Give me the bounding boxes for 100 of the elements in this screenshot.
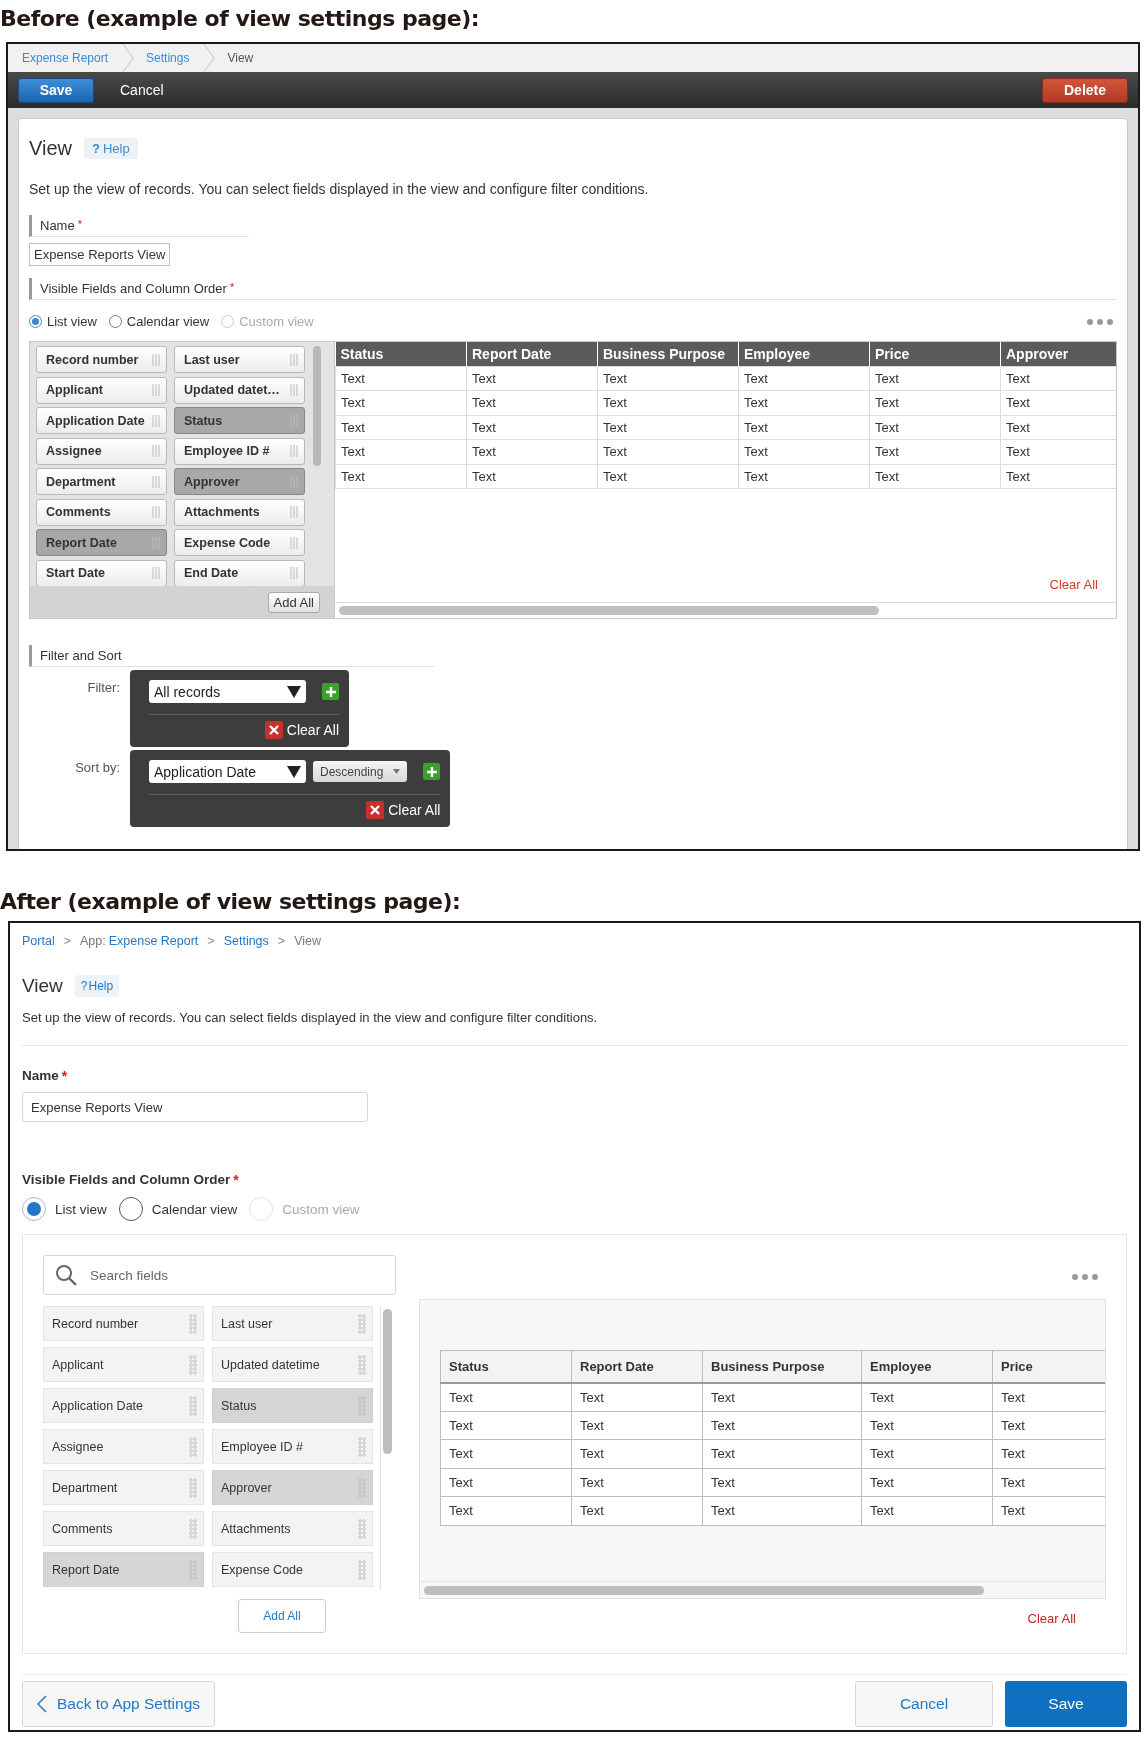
field-chip[interactable]: Approver (174, 468, 305, 495)
dropdown[interactable]: All records (149, 680, 306, 703)
field-chip[interactable]: Updated datet… (174, 376, 305, 404)
plus-icon (325, 686, 336, 697)
add-button[interactable] (423, 763, 441, 780)
field-chip[interactable]: End Date (174, 559, 305, 586)
table-cell: Text (861, 1382, 993, 1411)
field-chip[interactable]: Comments (36, 498, 167, 526)
column-header: Business Purpose (702, 1350, 862, 1383)
more-icon (1087, 318, 1113, 325)
clear-all-link[interactable]: Clear All (1027, 1611, 1076, 1626)
grip-icon (290, 506, 298, 518)
radio-button[interactable]: List view (22, 1197, 107, 1221)
grip-icon (290, 384, 298, 396)
caret-icon (287, 765, 301, 778)
table-cell: Text (466, 439, 598, 464)
field-chip[interactable]: Last user (212, 1306, 373, 1341)
field-chip[interactable]: Last user (174, 346, 305, 373)
scrollbar[interactable] (339, 606, 879, 615)
field-chip[interactable]: Employee ID # (174, 437, 305, 465)
breadcrumb-current: View (294, 934, 321, 948)
clear-all-button[interactable]: Clear All (264, 721, 339, 739)
caret-icon (393, 769, 401, 774)
order-dropdown[interactable]: Descending (313, 761, 408, 782)
table-cell: Text (466, 464, 598, 489)
grip-icon (152, 567, 160, 579)
field-chip[interactable]: Report Date (36, 529, 167, 556)
field-chip[interactable]: Comments (43, 1511, 204, 1546)
field-chip[interactable]: Assignee (36, 437, 167, 465)
table-cell: Text (702, 1496, 862, 1525)
field-chip[interactable]: Report Date (43, 1552, 204, 1587)
name-field[interactable]: Expense Reports View (22, 1092, 368, 1122)
field-chip[interactable]: Record number (36, 346, 167, 373)
help-link[interactable]: ?Help (74, 975, 120, 997)
scrollbar[interactable] (424, 1586, 984, 1595)
table-cell: Text (597, 415, 739, 440)
breadcrumb-link[interactable]: Expense Report (108, 934, 199, 948)
table-cell: Text (702, 1468, 862, 1497)
field-chip[interactable]: Application Date (43, 1388, 204, 1423)
table-cell: Text (466, 390, 598, 415)
field-chip[interactable]: Attachments (174, 498, 305, 526)
field-chip[interactable]: Department (36, 468, 167, 495)
remove-icon (264, 721, 283, 739)
table-cell: Text (440, 1468, 572, 1497)
clear-all-button[interactable]: Clear All (366, 801, 441, 819)
grip-icon (358, 1313, 368, 1334)
dropdown[interactable]: Application Date (149, 760, 306, 783)
grip-icon (290, 445, 298, 457)
delete-button[interactable]: Delete (1042, 77, 1128, 103)
radio-button[interactable]: Calendar view (108, 314, 210, 329)
table-cell: Text (440, 1382, 572, 1411)
field-chip[interactable]: Assignee (43, 1429, 204, 1464)
field-chip[interactable]: Start Date (36, 559, 167, 586)
radio-button[interactable]: Calendar view (118, 1197, 238, 1221)
field-chip[interactable]: Attachments (212, 1511, 373, 1546)
save-button[interactable]: Save (18, 77, 94, 103)
cancel-button[interactable]: Cancel (110, 82, 174, 98)
grip-icon (189, 1395, 199, 1416)
description-text: Set up the view of records. You can select fields displayed in the view and configure filter conditions. (29, 181, 650, 197)
field-chip[interactable]: Expense Code (174, 529, 305, 556)
field-chip[interactable]: Status (174, 407, 305, 434)
section-label: Visible Fields and Column Order (40, 281, 227, 296)
table-cell: Text (861, 1439, 993, 1468)
table-cell: Text (335, 439, 467, 464)
grip-icon (189, 1354, 199, 1375)
field-chip[interactable]: Applicant (43, 1347, 204, 1382)
back-button[interactable]: Back to App Settings (22, 1681, 216, 1727)
table-cell: Text (466, 366, 598, 391)
column-header: Employee (738, 342, 870, 366)
search-field[interactable]: Search fields (43, 1255, 396, 1295)
add-all-button[interactable]: Add All (238, 1599, 326, 1633)
clear-all-link[interactable]: Clear All (1049, 577, 1098, 592)
page-title: View (29, 137, 72, 160)
field-chip[interactable]: Applicant (36, 376, 167, 404)
table-cell: Text (702, 1411, 862, 1440)
column-header: Report Date (466, 342, 598, 366)
field-chip[interactable]: Department (43, 1470, 204, 1505)
scrollbar[interactable] (313, 346, 321, 466)
breadcrumb-link[interactable]: Portal (22, 934, 55, 948)
field-chip[interactable]: Approver (212, 1470, 373, 1505)
table-cell: Text (571, 1468, 703, 1497)
name-field[interactable]: Expense Reports View (29, 243, 171, 266)
radio-button[interactable]: List view (29, 314, 97, 329)
cancel-button[interactable]: Cancel (855, 1681, 993, 1727)
save-button[interactable]: Save (1005, 1681, 1127, 1727)
field-chip[interactable]: Updated datetime (212, 1347, 373, 1382)
add-all-button[interactable]: Add All (267, 591, 320, 613)
field-chip[interactable]: Status (212, 1388, 373, 1423)
field-chip[interactable]: Employee ID # (212, 1429, 373, 1464)
grip-icon (152, 353, 160, 366)
field-chip[interactable]: Expense Code (212, 1552, 373, 1587)
field-chip[interactable]: Record number (43, 1306, 204, 1341)
scrollbar[interactable] (383, 1309, 392, 1454)
filter-label: Filter: (86, 679, 121, 695)
section-label: Name (22, 1068, 59, 1083)
table-cell: Text (440, 1496, 572, 1525)
column-header: Approver (1000, 342, 1116, 366)
grip-icon (290, 567, 298, 579)
field-chip[interactable]: Application Date (36, 407, 167, 434)
breadcrumb-link[interactable]: Settings (223, 934, 269, 948)
